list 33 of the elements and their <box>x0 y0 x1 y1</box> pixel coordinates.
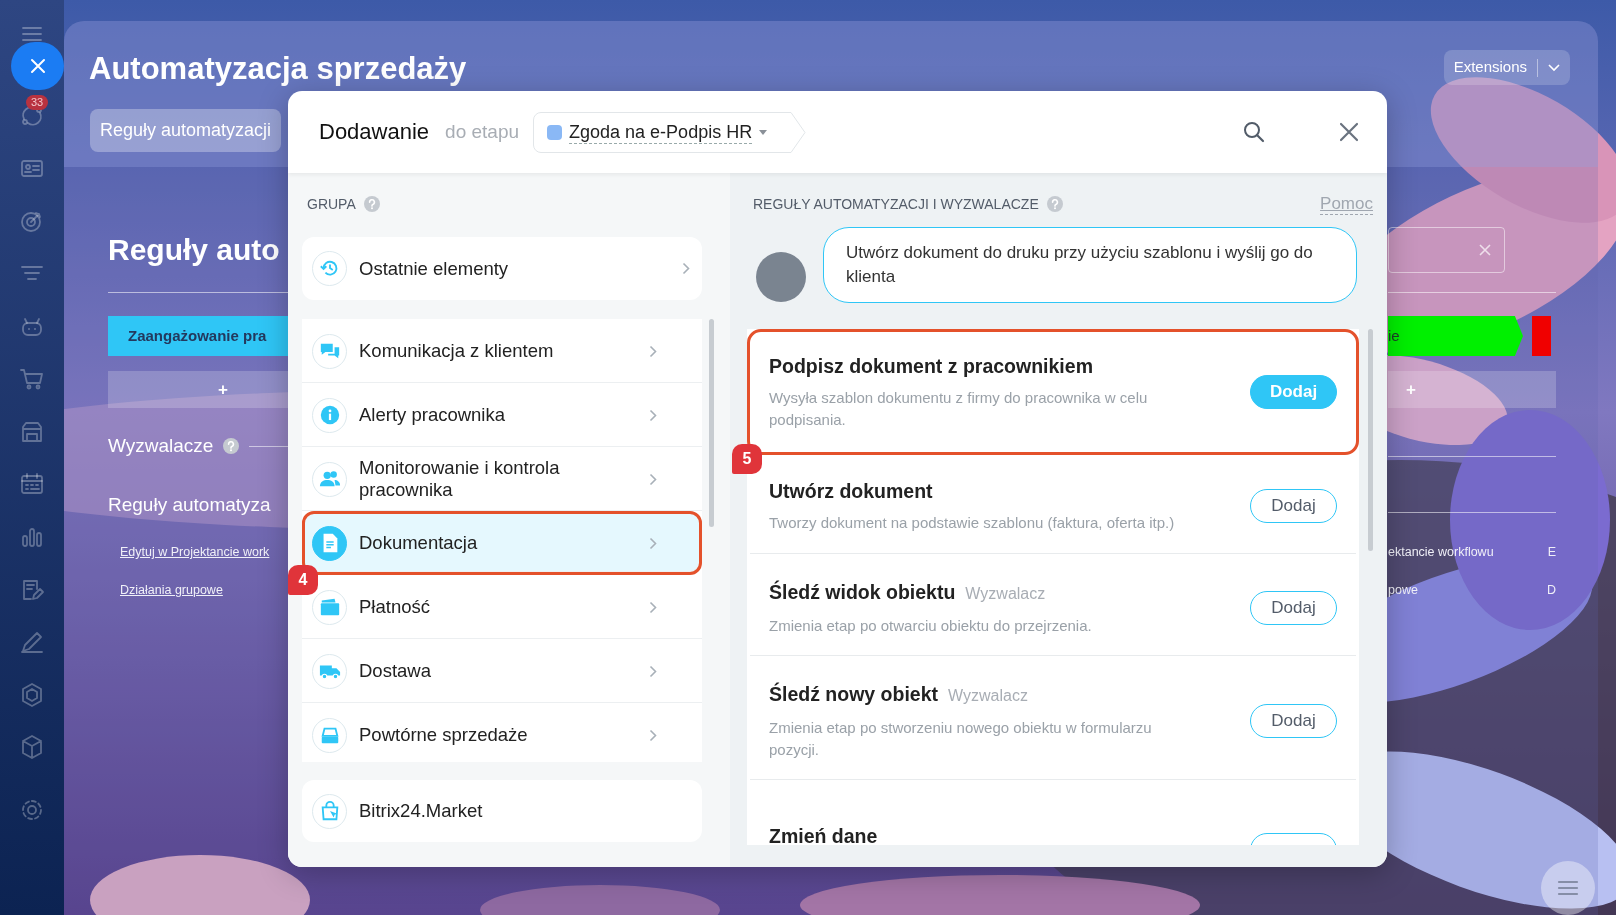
dialog-title: Dodawanie <box>319 118 430 146</box>
add-button[interactable]: Dodaj <box>1250 489 1337 523</box>
table-cell-text: D <box>1546 582 1556 599</box>
rule-description: Wysyła szablon dokumentu z firmy do pracownika w celu podpisania. <box>769 388 1149 430</box>
rule-description: Zmienia etap po stworzeniu nowego obiektu w formularzu pozycji. <box>769 718 1153 760</box>
rule-title: Zmień dane <box>769 824 879 845</box>
stage-bar: ie <box>1388 316 1523 356</box>
add-button[interactable]: Dodaj <box>1250 591 1337 625</box>
rule-title: Podpisz dokument z pracownikiem <box>769 354 1094 379</box>
trigger-tag: Wyzwalacz <box>948 687 1028 704</box>
rule-title: Śledź widok obiektu Wyzwalacz <box>769 579 1047 605</box>
rule-description: Zmienia etap po otwarciu obiektu do przejrzenia. <box>769 616 1093 636</box>
column-header: GRUPA <box>307 194 356 214</box>
market-item[interactable]: Bitrix24.Market <box>302 780 702 842</box>
rule-title: Utwórz dokument <box>769 479 934 504</box>
hint-bubble: Utwórz dokument do druku przy użyciu szablonu i wyślij go do klienta <box>823 227 1357 303</box>
rule-description: Tworzy dokument na podstawie szablonu (faktura, oferta itp.) <box>769 513 1176 533</box>
dialog-subtitle: do etapu <box>445 119 520 144</box>
column-header: REGUŁY AUTOMATYZACJI I WYZWALACZE <box>753 194 1039 214</box>
table-cell-text: E <box>1547 544 1556 561</box>
step-marker: 4 <box>288 565 318 595</box>
page-title: Automatyzacja sprzedaży <box>89 50 467 88</box>
trigger-tag: Wyzwalacz <box>965 585 1046 602</box>
section-label: Wyzwalacze <box>108 433 214 458</box>
group-item[interactable]: Komunikacja z klientem <box>302 319 702 383</box>
recent-items-item[interactable]: Ostatnie elementy <box>302 237 702 300</box>
section-label: Reguły automatyza <box>108 492 271 517</box>
rule-title: Śledź nowy obiekt Wyzwalacz <box>769 681 1029 707</box>
step-marker: 5 <box>732 444 762 474</box>
notification-badge: 33 <box>26 95 49 110</box>
section-heading: Reguły auto <box>108 232 281 268</box>
add-button[interactable]: Dodaj <box>1250 704 1337 738</box>
stage-selector[interactable]: Zgoda na e-Podpis HR <box>533 111 807 153</box>
